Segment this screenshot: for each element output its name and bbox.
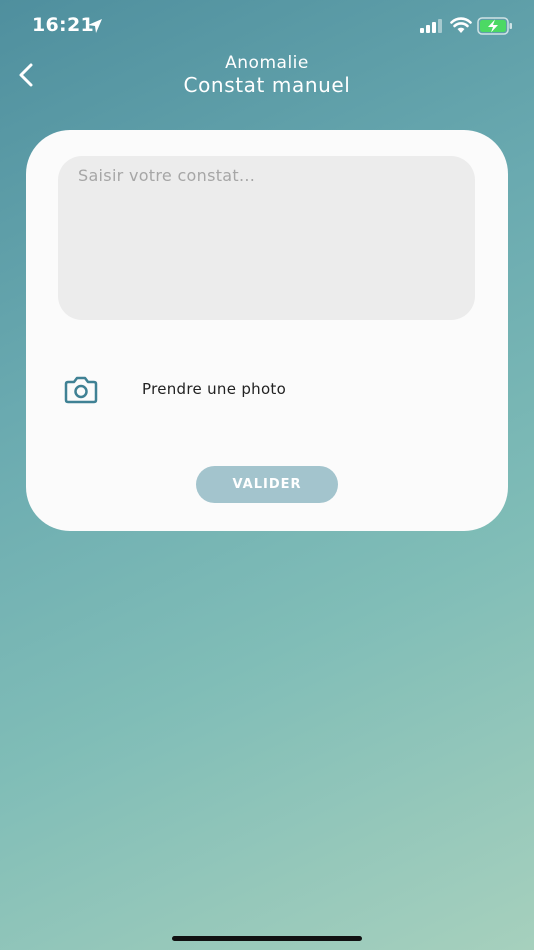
cellular-signal-icon <box>420 19 442 33</box>
page-title: Anomalie <box>225 53 309 73</box>
battery-charging-icon <box>477 17 512 35</box>
take-photo-label: Prendre une photo <box>142 380 287 398</box>
camera-icon <box>64 376 98 404</box>
constat-input[interactable] <box>58 156 475 320</box>
form-card: Prendre une photo VALIDER <box>26 130 508 531</box>
page-subtitle: Constat manuel <box>183 73 351 97</box>
status-time: 16:21 <box>32 14 94 36</box>
status-bar: 16:21 <box>0 0 534 52</box>
take-photo-button[interactable]: Prendre une photo <box>62 370 362 410</box>
wifi-icon <box>450 17 472 33</box>
location-arrow-icon <box>88 19 102 33</box>
valider-button[interactable]: VALIDER <box>196 466 338 503</box>
home-indicator <box>172 936 362 941</box>
